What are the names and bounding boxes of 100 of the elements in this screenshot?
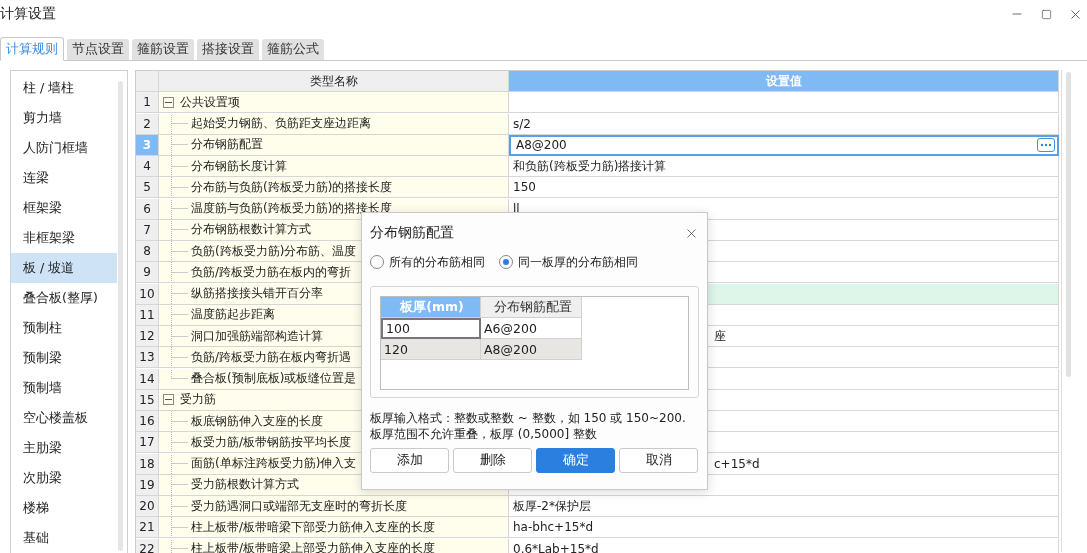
type-name: 分布钢筋配置 [191,136,263,154]
row-number: 8 [136,241,159,262]
row-number: 19 [136,474,159,496]
setting-value: ha-bhc+15*d [513,520,594,535]
row-number: 18 [136,453,159,475]
tab[interactable]: 箍筋公式 [262,39,324,60]
sidebar-item[interactable]: 基础 [11,523,117,553]
help-text: 板厚输入格式：整数或整数 ~ 整数，如 150 或 150~200. [370,410,687,426]
sidebar-item[interactable]: 预制墙 [11,373,117,403]
dialog-button[interactable]: 确定 [536,448,615,473]
dialog-button[interactable]: 删除 [453,448,532,473]
type-name: 板受力筋/板带钢筋按平均长度 [191,433,352,451]
radio-label: 同一板厚的分布筋相同 [518,253,638,271]
row-number: 17 [136,432,159,454]
type-name: 负筋/跨板受力筋在板内的弯折 [191,263,352,281]
type-name: 负筋(跨板受力筋)分布筋、温度 [191,242,357,260]
window-title: 计算设置 [0,5,56,23]
tab[interactable]: 搭接设置 [197,39,259,60]
row-number: 4 [136,156,159,177]
column-header[interactable]: 类型名称 [159,71,509,92]
dialog-button[interactable]: 取消 [619,448,698,473]
type-name: 叠合板(预制底板)或板缝位置是 [191,370,357,388]
sidebar-item[interactable]: 楼梯 [11,493,117,523]
row-number: 6 [136,198,159,220]
row-number: 10 [136,283,159,305]
row-number: 9 [136,262,159,284]
setting-value: 座 [714,327,726,345]
sidebar-item[interactable]: 次肋梁 [11,463,117,493]
row-number: 21 [136,517,159,539]
row-number: 5 [136,177,159,199]
value-cell[interactable] [509,92,1059,114]
type-name: 分布筋与负筋(跨板受力筋)的搭接长度 [191,178,393,196]
type-name: 柱上板带/板带暗梁下部受力筋伸入支座的长度 [191,518,436,536]
grid-cell[interactable]: 100 [381,318,481,339]
type-name: 受力筋 [180,391,216,409]
row-number: 12 [136,326,159,348]
tab[interactable]: 节点设置 [67,39,129,60]
dialog-title: 分布钢筋配置 [370,224,454,242]
tab[interactable]: 计算规则 [0,37,64,61]
type-name: 分布钢筋长度计算 [191,157,287,175]
sidebar-item[interactable]: 板 / 坡道 [11,253,117,283]
sidebar-item[interactable]: 柱 / 墙柱 [11,73,117,103]
value-cell[interactable]: A8@200 [509,134,1059,156]
type-name: 洞口加强筋端部构造计算 [191,327,323,345]
sidebar-item[interactable]: 框架梁 [11,193,117,223]
row-number: 11 [136,304,159,326]
dialog-button[interactable]: 添加 [370,448,449,473]
grid-cell[interactable]: A8@200 [481,339,582,360]
type-name: 温度筋起步距离 [191,306,275,324]
tab[interactable]: 箍筋设置 [132,39,194,60]
setting-value: 板厚-2*保护层 [513,497,591,515]
row-number: 7 [136,219,159,241]
sidebar-item[interactable]: 非框架梁 [11,223,117,253]
sidebar-item[interactable]: 主肋梁 [11,433,117,463]
value-cell[interactable]: s/2 [509,113,1059,135]
setting-value: 和负筋(跨板受力筋)搭接计算 [513,157,667,175]
row-number: 3 [136,134,159,156]
sidebar-item[interactable]: 预制柱 [11,313,117,343]
type-name: 负筋/跨板受力筋在板内弯折遇 [191,348,352,366]
row-number: 15 [136,389,159,411]
type-name: 公共设置项 [180,93,240,111]
setting-value: 150 [513,180,536,195]
sidebar-item[interactable]: 空心楼盖板 [11,403,117,433]
type-name: 纵筋搭接接头错开百分率 [191,285,323,303]
sidebar-item[interactable]: 剪力墙 [11,103,117,133]
setting-value: s/2 [513,116,531,131]
row-number: 2 [136,113,159,135]
collapse-icon[interactable] [163,96,174,108]
sidebar-item[interactable]: 叠合板(整厚) [11,283,117,313]
value-cell[interactable]: ha-bhc+15*d [509,517,1059,539]
setting-value: A8@200 [516,138,567,153]
setting-value: 0.6*Lab+15*d [513,541,599,553]
sidebar-item[interactable]: 连梁 [11,163,117,193]
value-cell[interactable]: 和负筋(跨板受力筋)搭接计算 [509,156,1059,177]
row-number: 22 [136,538,159,553]
type-name: 面筋(单标注跨板受力筋)伸入支 [191,455,357,473]
row-number: 14 [136,368,159,390]
column-header[interactable]: 分布钢筋配置 [481,297,582,318]
sidebar-item[interactable]: 预制梁 [11,343,117,373]
row-number: 13 [136,347,159,369]
row-number: 1 [136,92,159,114]
type-name: 分布钢筋根数计算方式 [191,221,311,239]
value-cell[interactable]: 150 [509,177,1059,199]
grid-cell[interactable]: 120 [381,339,481,360]
row-number: 16 [136,411,159,433]
type-name: 受力筋根数计算方式 [191,476,299,494]
scrollbar[interactable] [118,81,123,551]
value-cell[interactable]: 板厚-2*保护层 [509,496,1059,518]
collapse-icon[interactable] [163,394,174,406]
ellipsis-icon [1040,143,1052,148]
grid-cell[interactable]: A6@200 [481,318,582,339]
setting-value: c+15*d [714,456,760,471]
row-number: 20 [136,496,159,518]
ellipsis-button[interactable] [1037,138,1055,153]
type-name: 起始受力钢筋、负筋距支座边距离 [191,115,371,132]
type-name: 板底钢筋伸入支座的长度 [191,412,323,430]
help-text: 板厚范围不允许重叠，板厚 (0,5000] 整数 [370,426,598,442]
type-name: 受力筋遇洞口或端部无支座时的弯折长度 [191,497,407,515]
sidebar-item[interactable]: 人防门框墙 [11,133,117,163]
radio-label: 所有的分布筋相同 [389,253,485,271]
